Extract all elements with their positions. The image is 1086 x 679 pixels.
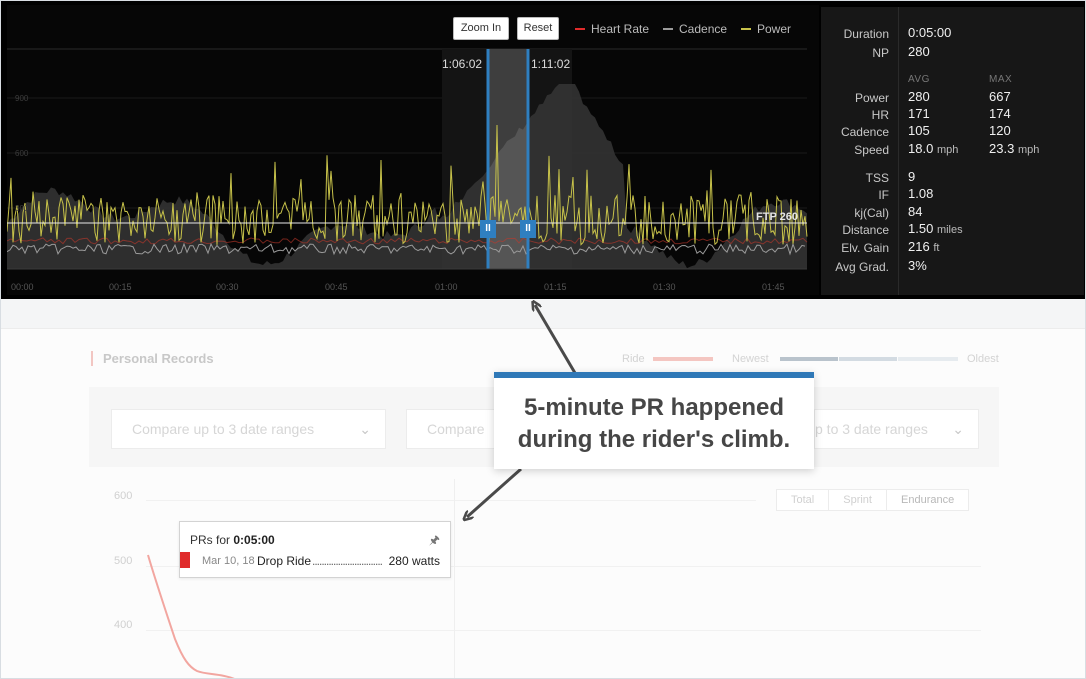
arrow-to-pr-tooltip (467, 467, 522, 517)
screenshot-frame: 900 600 300 00:00 00:15 00:30 00:45 01:0… (0, 0, 1086, 679)
callout-line-1: 5-minute PR happened (523, 394, 785, 421)
annotation-arrows (1, 1, 577, 679)
callout-line-2: during the rider's climb. (517, 426, 791, 453)
arrow-to-ride-selection (535, 305, 577, 374)
annotation-callout: 5-minute PR happened during the rider's … (494, 372, 814, 469)
